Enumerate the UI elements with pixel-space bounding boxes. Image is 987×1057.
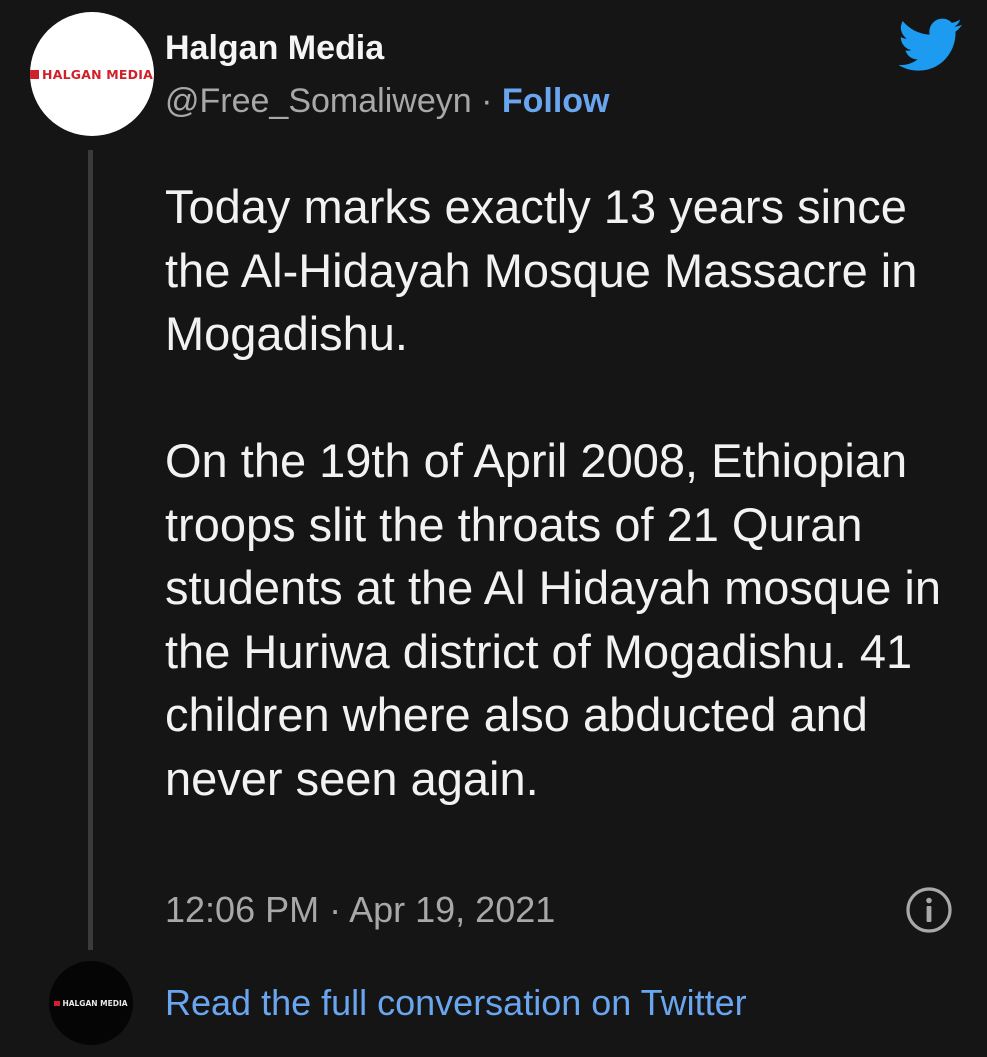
twitter-bird-icon[interactable]: [899, 18, 963, 72]
follow-button[interactable]: Follow: [502, 82, 610, 120]
info-icon[interactable]: [905, 886, 953, 934]
tweet-timestamp[interactable]: 12:06 PM · Apr 19, 2021: [165, 888, 555, 932]
author-avatar[interactable]: HALGAN MEDIA: [30, 12, 154, 136]
thread-line: [88, 150, 93, 950]
tweet-paragraph: Today marks exactly 13 years since the A…: [165, 180, 918, 360]
logo-mark-icon: [30, 69, 40, 79]
author-display-name[interactable]: Halgan Media: [165, 28, 384, 68]
halgan-media-small-logo: HALGAN MEDIA: [54, 998, 128, 1008]
author-handle-row: @Free_Somaliweyn · Follow: [165, 81, 610, 121]
handle-separator: ·: [471, 82, 502, 120]
tweet-paragraph: On the 19th of April 2008, Ethiopian tro…: [165, 434, 941, 805]
conversation-avatar[interactable]: HALGAN MEDIA: [49, 961, 133, 1045]
small-logo-mark-icon: [54, 1000, 61, 1006]
tweet-text: Today marks exactly 13 years since the A…: [165, 175, 965, 810]
avatar-logo-text: HALGAN MEDIA: [42, 66, 153, 82]
read-full-conversation-link[interactable]: Read the full conversation on Twitter: [165, 980, 747, 1026]
author-handle[interactable]: @Free_Somaliweyn: [165, 82, 472, 120]
small-avatar-logo-text: HALGAN MEDIA: [62, 998, 128, 1008]
halgan-media-logo: HALGAN MEDIA: [30, 67, 153, 82]
